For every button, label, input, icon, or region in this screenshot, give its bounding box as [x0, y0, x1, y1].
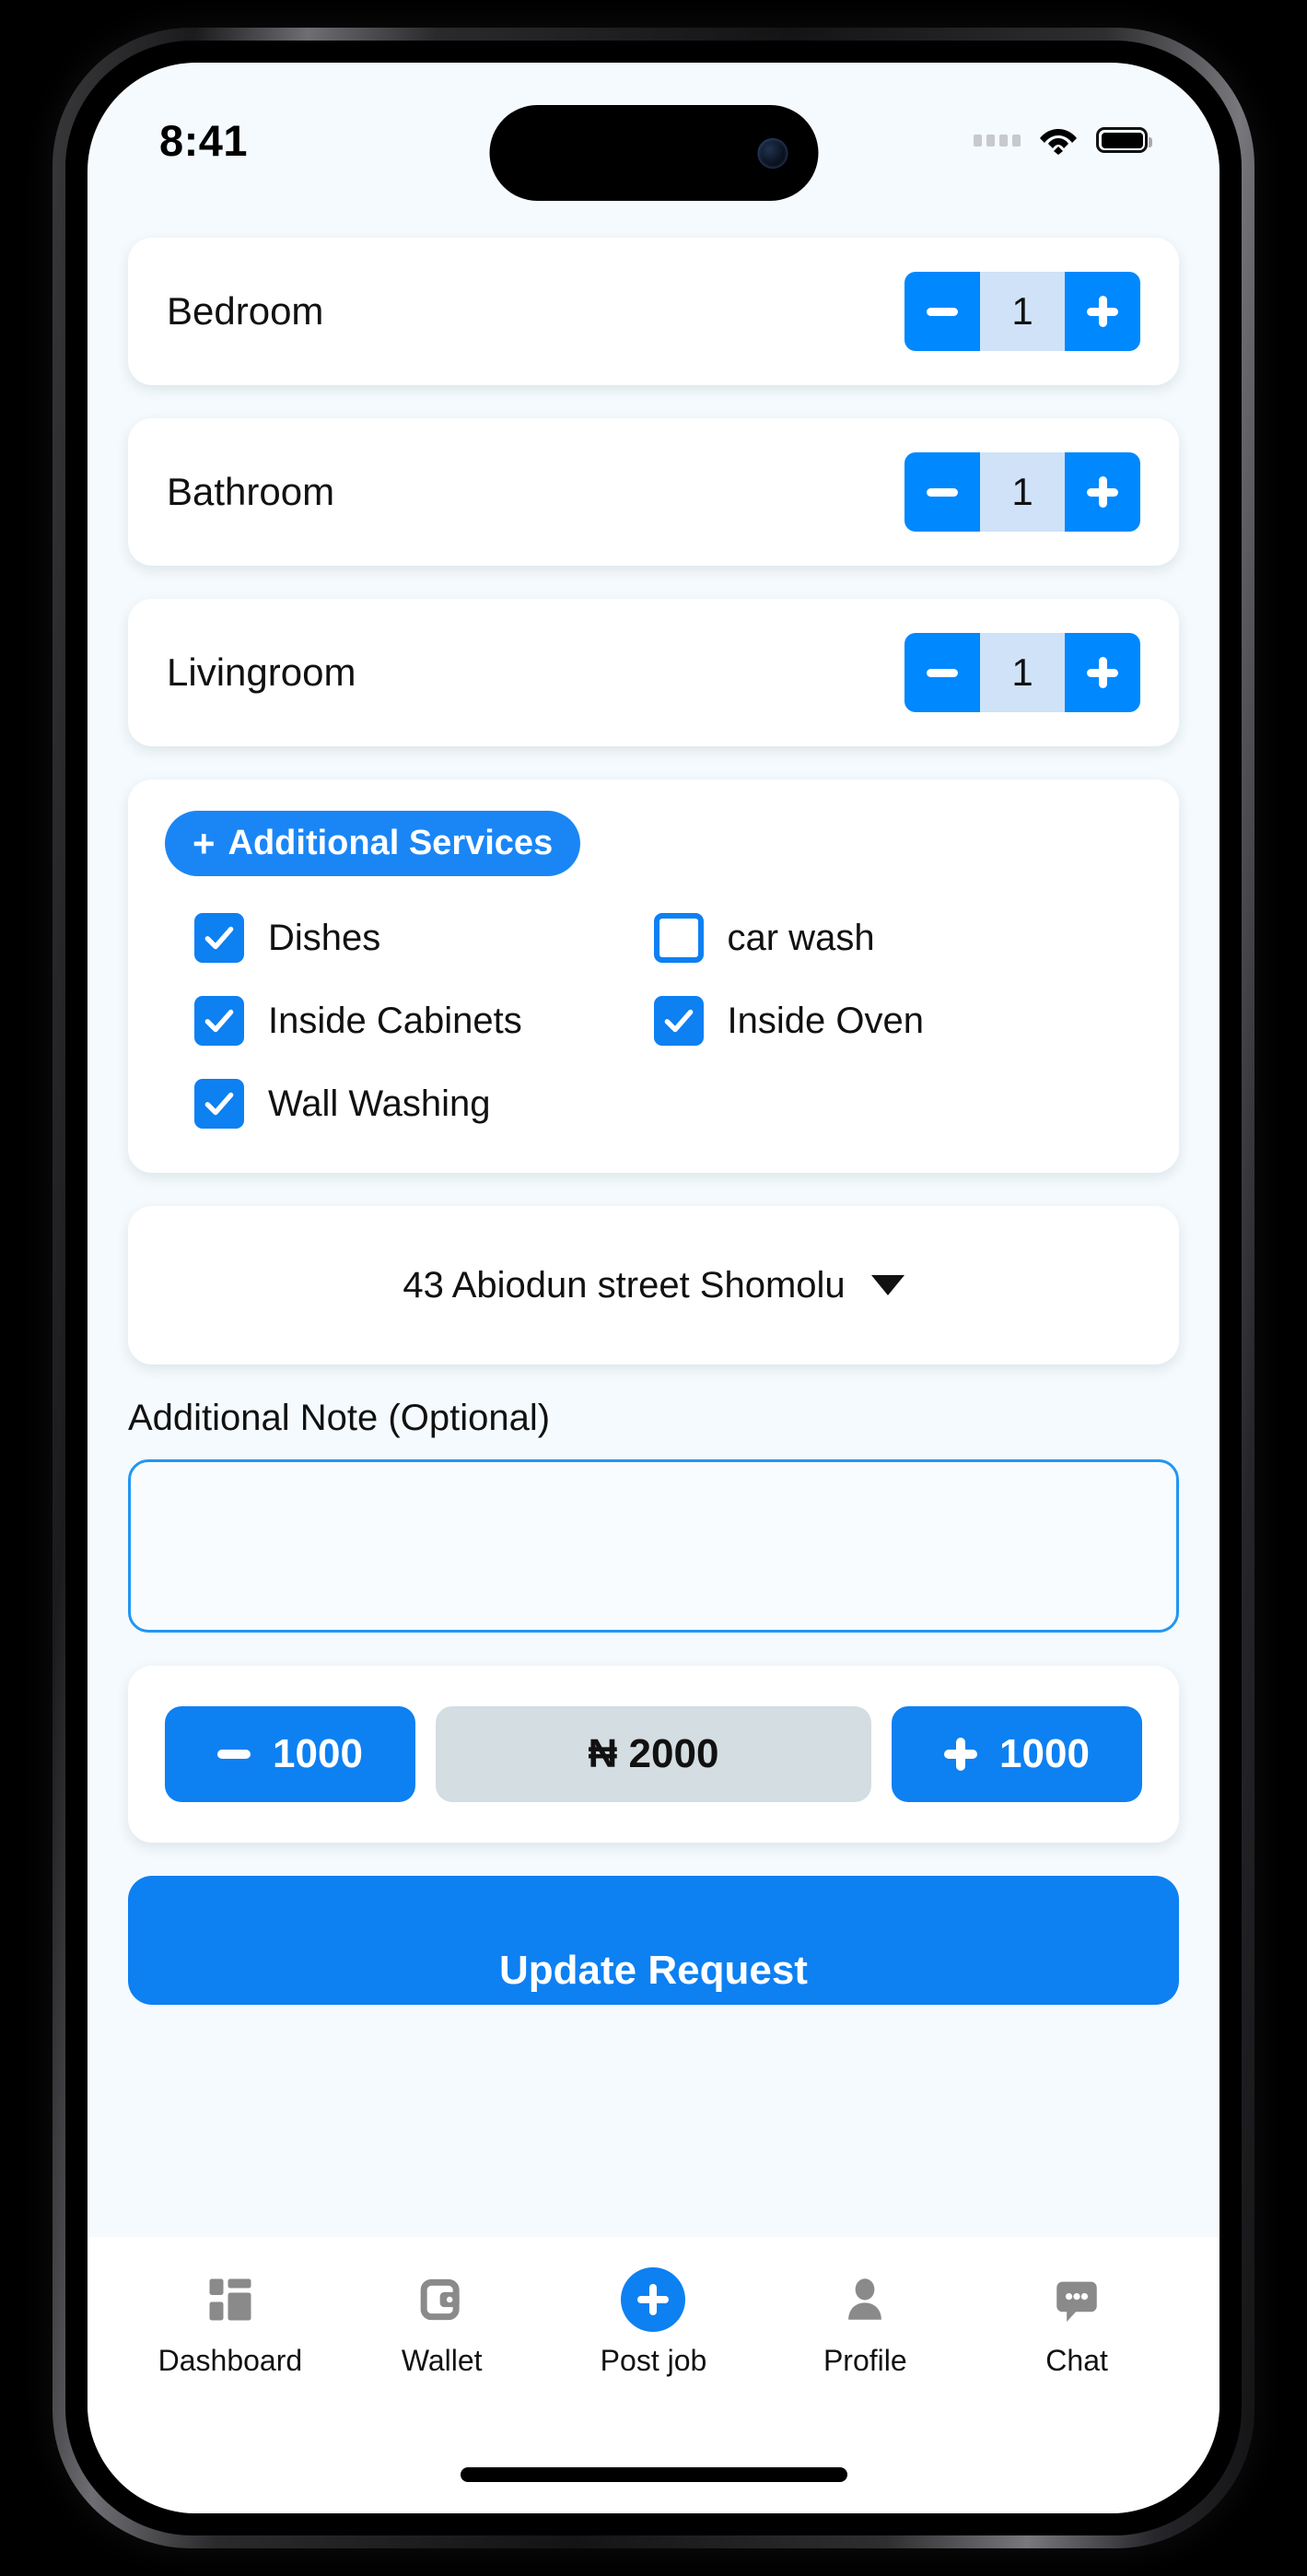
- price-amount-value: ₦ 2000: [436, 1706, 871, 1802]
- dynamic-island: [489, 105, 818, 201]
- chat-bubble-icon: [1050, 2270, 1103, 2329]
- nav-label: Dashboard: [158, 2344, 303, 2377]
- dashboard-grid-icon: [203, 2270, 258, 2329]
- address-dropdown[interactable]: 43 Abiodun street Shomolu: [128, 1206, 1179, 1364]
- service-option-dishes[interactable]: Dishes: [165, 913, 654, 963]
- address-selected-value: 43 Abiodun street Shomolu: [403, 1264, 846, 1306]
- price-decrement-label: 1000: [273, 1731, 363, 1776]
- price-card: 1000 ₦ 2000 1000: [128, 1666, 1179, 1843]
- nav-item-dashboard[interactable]: Dashboard: [124, 2270, 336, 2378]
- nav-item-post-job[interactable]: Post job: [548, 2267, 760, 2378]
- screenshot-root: 8:41 Bedroom 1 Bathroom 1 Livingroom 1 +…: [0, 0, 1307, 2576]
- bathroom-stepper[interactable]: 1: [904, 452, 1140, 532]
- bedroom-count-value: 1: [980, 272, 1065, 351]
- bedroom-stepper[interactable]: 1: [904, 272, 1140, 351]
- front-camera-icon: [757, 137, 788, 169]
- phone-frame: 8:41 Bedroom 1 Bathroom 1 Livingroom 1 +…: [53, 28, 1254, 2548]
- livingroom-stepper[interactable]: 1: [904, 633, 1140, 712]
- minus-icon: [217, 1750, 251, 1759]
- status-bar-indicators: [974, 125, 1152, 155]
- phone-bezel: 8:41 Bedroom 1 Bathroom 1 Livingroom 1 +…: [65, 41, 1242, 2535]
- nav-item-chat[interactable]: Chat: [971, 2270, 1183, 2378]
- price-decrement-button[interactable]: 1000: [165, 1706, 415, 1802]
- service-label: Inside Cabinets: [268, 1000, 522, 1041]
- bedroom-decrement-button[interactable]: [904, 272, 980, 351]
- home-indicator[interactable]: [460, 2467, 847, 2482]
- checkbox-checked-icon[interactable]: [194, 1079, 244, 1129]
- price-increment-label: 1000: [999, 1731, 1090, 1776]
- additional-services-card: + Additional Services Dishes car wash In…: [128, 779, 1179, 1173]
- price-increment-button[interactable]: 1000: [892, 1706, 1142, 1802]
- bathroom-increment-button[interactable]: [1065, 452, 1140, 532]
- wallet-icon: [416, 2270, 468, 2329]
- service-option-inside-oven[interactable]: Inside Oven: [653, 996, 1143, 1046]
- services-row: Dishes car wash: [165, 913, 1142, 963]
- livingroom-increment-button[interactable]: [1065, 633, 1140, 712]
- bathroom-decrement-button[interactable]: [904, 452, 980, 532]
- status-bar-time: 8:41: [159, 115, 249, 165]
- room-row-bedroom: Bedroom 1: [128, 238, 1179, 385]
- service-option-inside-cabinets[interactable]: Inside Cabinets: [165, 996, 654, 1046]
- service-label: car wash: [727, 917, 875, 958]
- nav-label: Chat: [1045, 2344, 1108, 2377]
- signal-dots-icon: [974, 134, 1021, 146]
- service-label: Inside Oven: [727, 1000, 924, 1041]
- update-request-button[interactable]: Update Request: [128, 1876, 1179, 2005]
- minus-icon: [927, 668, 958, 677]
- service-label: Wall Washing: [268, 1083, 491, 1124]
- plus-icon: [637, 2284, 670, 2315]
- livingroom-count-value: 1: [980, 633, 1065, 712]
- bedroom-increment-button[interactable]: [1065, 272, 1140, 351]
- nav-item-wallet[interactable]: Wallet: [336, 2270, 548, 2378]
- plus-icon: [944, 1738, 978, 1771]
- room-row-livingroom: Livingroom 1: [128, 599, 1179, 746]
- additional-note-input[interactable]: [128, 1459, 1179, 1633]
- plus-icon: [1087, 657, 1118, 688]
- service-label: Dishes: [268, 917, 381, 958]
- additional-note-label: Additional Note (Optional): [128, 1398, 551, 1438]
- wifi-icon: [1038, 125, 1079, 155]
- plus-icon: +: [193, 821, 216, 865]
- minus-icon: [927, 487, 958, 497]
- room-card: Bathroom 1: [128, 418, 1179, 566]
- person-icon: [838, 2270, 892, 2329]
- plus-icon: [1087, 476, 1118, 508]
- room-label: Livingroom: [167, 650, 356, 694]
- main-content[interactable]: Bedroom 1 Bathroom 1 Livingroom 1 + Addi…: [88, 201, 1219, 2513]
- livingroom-decrement-button[interactable]: [904, 633, 980, 712]
- service-option-wall-washing[interactable]: Wall Washing: [165, 1079, 654, 1129]
- services-row-spacer: [654, 1079, 1143, 1129]
- nav-label: Wallet: [401, 2344, 483, 2377]
- checkbox-unchecked-icon[interactable]: [653, 913, 704, 963]
- phone-screen: 8:41 Bedroom 1 Bathroom 1 Livingroom 1 +…: [88, 63, 1219, 2513]
- additional-services-button[interactable]: + Additional Services: [165, 811, 581, 876]
- checkbox-checked-icon[interactable]: [653, 996, 704, 1046]
- room-label: Bedroom: [167, 289, 324, 333]
- room-row-bathroom: Bathroom 1: [128, 418, 1179, 566]
- services-row: Inside Cabinets Inside Oven: [165, 996, 1142, 1046]
- services-grid: Dishes car wash Inside Cabinets Inside O…: [165, 913, 1142, 1129]
- services-row: Wall Washing: [165, 1079, 1142, 1129]
- room-label: Bathroom: [167, 470, 335, 513]
- service-option-car-wash[interactable]: car wash: [653, 913, 1143, 963]
- chevron-down-icon: [870, 1275, 904, 1295]
- nav-item-profile[interactable]: Profile: [759, 2270, 971, 2378]
- battery-icon: [1096, 127, 1152, 153]
- plus-icon: [1087, 296, 1118, 327]
- bathroom-count-value: 1: [980, 452, 1065, 532]
- nav-label: Profile: [823, 2344, 907, 2377]
- minus-icon: [927, 307, 958, 316]
- plus-circle-icon: [621, 2267, 686, 2332]
- additional-services-label: Additional Services: [228, 824, 554, 862]
- room-card: Bedroom 1: [128, 238, 1179, 385]
- room-card: Livingroom 1: [128, 599, 1179, 746]
- nav-label: Post job: [600, 2344, 707, 2377]
- checkbox-checked-icon[interactable]: [194, 913, 244, 963]
- checkbox-checked-icon[interactable]: [194, 996, 244, 1046]
